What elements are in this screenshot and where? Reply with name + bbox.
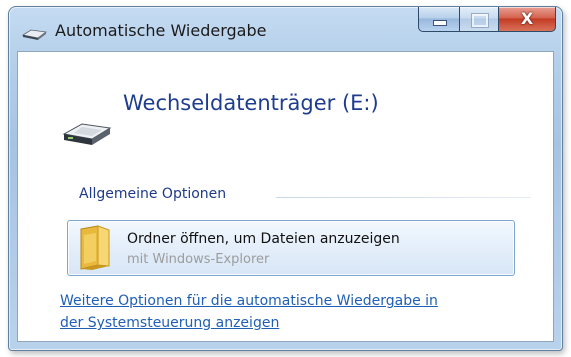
autoplay-window: Automatische Wiedergabe X Wechseldatentr… xyxy=(8,6,563,351)
window-title: Automatische Wiedergabe xyxy=(55,21,267,40)
minimize-button[interactable] xyxy=(418,7,460,32)
dialog-content: Wechseldatenträger (E:) Allgemeine Optio… xyxy=(17,51,554,342)
folder-icon xyxy=(78,225,112,271)
title-bar[interactable]: Automatische Wiedergabe X xyxy=(9,7,562,51)
minimize-icon xyxy=(433,20,447,26)
drive-title: Wechseldatenträger (E:) xyxy=(123,91,379,115)
section-divider xyxy=(276,197,531,198)
maximize-icon xyxy=(472,14,488,27)
section-label: Allgemeine Optionen xyxy=(79,186,227,202)
caption-buttons: X xyxy=(418,7,556,33)
maximize-button[interactable] xyxy=(460,7,499,32)
open-folder-option[interactable]: Ordner öffnen, um Dateien anzuzeigen mit… xyxy=(67,220,515,276)
more-options-link-line1: Weitere Optionen für die automatische Wi… xyxy=(60,293,438,309)
option-title: Ordner öffnen, um Dateien anzuzeigen xyxy=(127,231,400,247)
more-options-link-line2: der Systemsteuerung anzeigen xyxy=(60,315,280,331)
removable-drive-icon xyxy=(62,118,112,148)
option-subtitle: mit Windows-Explorer xyxy=(127,252,270,267)
close-icon: X xyxy=(520,9,534,28)
close-button[interactable]: X xyxy=(499,7,556,32)
more-options-link[interactable]: Weitere Optionen für die automatische Wi… xyxy=(60,290,540,334)
drive-icon xyxy=(21,26,48,40)
